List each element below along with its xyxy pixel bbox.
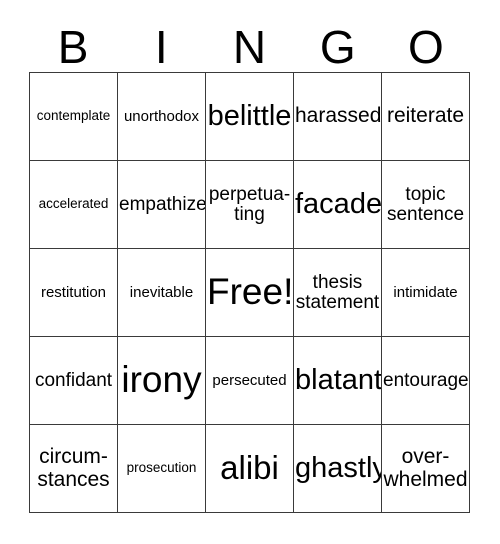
bingo-cell[interactable]: contemplate [30,73,118,161]
bingo-cell-label: circum- stances [37,445,110,491]
bingo-cell[interactable]: persecuted [206,337,294,425]
bingo-cell-label: harassed [295,104,382,128]
bingo-cell-label: facade [295,188,382,221]
bingo-cell[interactable]: harassed [294,73,382,161]
bingo-cell-label: inevitable [129,283,194,301]
bingo-cell-label: unorthodox [123,107,200,125]
bingo-cell-label: empathize [119,193,206,215]
bingo-header-letter-b: B [57,21,89,73]
bingo-grid: contemplate unorthodox belittle harassed… [29,72,470,513]
bingo-cell[interactable]: irony [118,337,206,425]
bingo-header-letter-n: N [232,21,267,73]
bingo-card: B I N G O contemplate unorthodox belittl… [0,0,500,544]
bingo-cell-label: Free! [207,271,294,313]
bingo-cell[interactable]: belittle [206,73,294,161]
bingo-header-letter-g: G [319,21,356,73]
bingo-cell[interactable]: over- whelmed [382,425,470,513]
bingo-cell-label: prosecution [126,460,197,476]
bingo-cell-label: thesis statement [295,271,380,313]
bingo-cell[interactable]: empathize [118,161,206,249]
bingo-cell[interactable]: prosecution [118,425,206,513]
bingo-cell-label: accelerated [38,196,109,212]
bingo-cell[interactable]: facade [294,161,382,249]
bingo-cell-label: persecuted [212,371,287,389]
bingo-header-letter-o: O [408,21,444,73]
bingo-cell-label: entourage [383,369,469,391]
bingo-cell-label: topic sentence [386,183,465,225]
bingo-header-row: B I N G O [29,18,470,72]
bingo-cell-label: perpetua- ting [208,183,291,225]
bingo-cell-label: over- whelmed [383,445,468,491]
bingo-cell-label: intimidate [393,283,458,301]
bingo-cell-label: restitution [40,283,107,301]
bingo-cell[interactable]: intimidate [382,249,470,337]
bingo-cell-label: reiterate [386,104,465,128]
bingo-cell[interactable]: accelerated [30,161,118,249]
bingo-cell[interactable]: ghastly [294,425,382,513]
bingo-cell[interactable]: alibi [206,425,294,513]
bingo-cell[interactable]: blatant [294,337,382,425]
bingo-cell[interactable]: thesis statement [294,249,382,337]
bingo-cell-label: alibi [220,449,279,487]
bingo-header-letter-i: I [154,21,168,73]
bingo-cell-label: blatant [295,364,382,397]
bingo-cell[interactable]: perpetua- ting [206,161,294,249]
bingo-cell-label: confidant [34,369,113,391]
bingo-cell[interactable]: reiterate [382,73,470,161]
bingo-cell-label: irony [121,359,202,401]
bingo-cell-label: belittle [207,100,292,133]
bingo-cell[interactable]: topic sentence [382,161,470,249]
bingo-cell[interactable]: restitution [30,249,118,337]
bingo-cell-free[interactable]: Free! [206,249,294,337]
bingo-cell[interactable]: confidant [30,337,118,425]
bingo-cell-label: contemplate [36,108,111,124]
bingo-cell[interactable]: unorthodox [118,73,206,161]
bingo-cell[interactable]: inevitable [118,249,206,337]
bingo-cell[interactable]: circum- stances [30,425,118,513]
bingo-cell[interactable]: entourage [382,337,470,425]
bingo-cell-label: ghastly [295,452,382,485]
